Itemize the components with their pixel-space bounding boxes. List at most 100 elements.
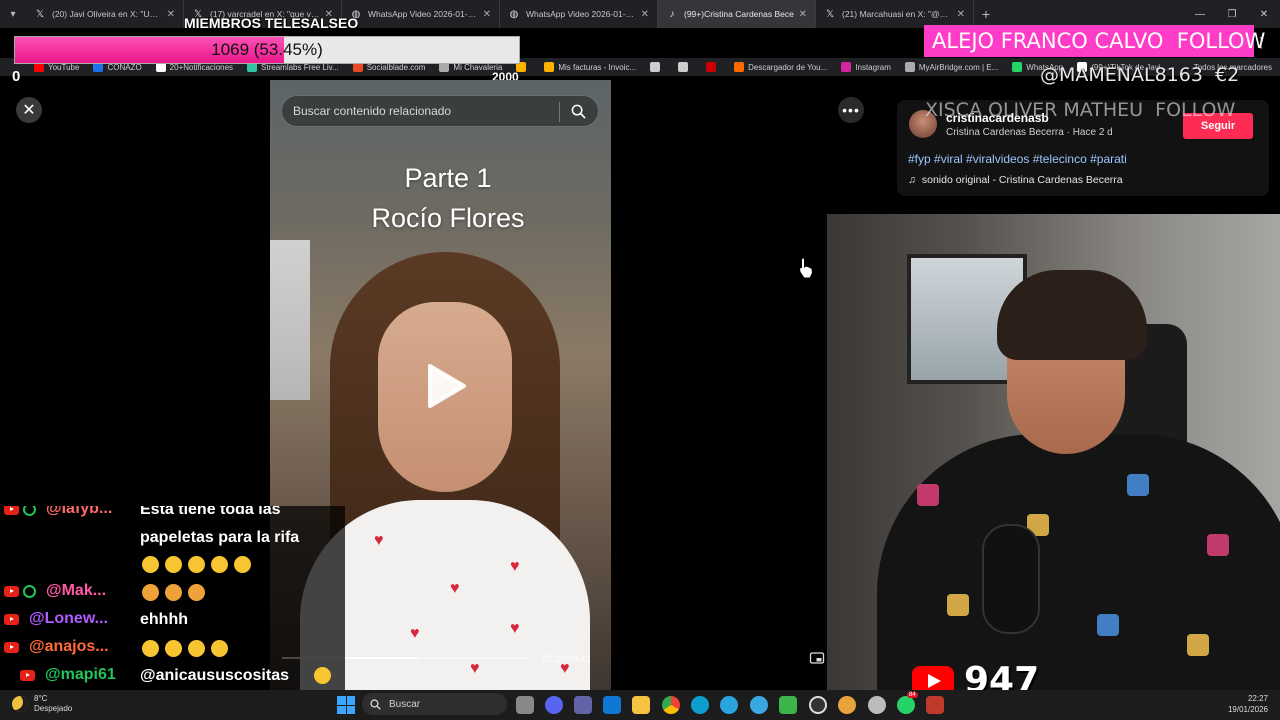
windows-start-icon[interactable] [337, 696, 355, 714]
bookmark-item[interactable]: Mis facturas - Invoic... [544, 62, 636, 72]
video-hashtags[interactable]: #fyp #viral #viralvideos #telecinco #par… [908, 152, 1127, 166]
outlook-icon[interactable] [603, 696, 621, 714]
members-goal-min: 0 [12, 68, 21, 85]
window-controls: — ❐ ✕ [1184, 0, 1280, 28]
author-subtitle: Cristina Cardenas Becerra · Hace 2 d [946, 127, 1113, 138]
globe-icon: ◍ [509, 8, 519, 20]
close-tab-icon[interactable]: ✕ [799, 9, 807, 20]
shirt-heart-icon: ♥ [450, 580, 460, 597]
system-clock[interactable]: 22:27 19/01/2026 [1228, 693, 1268, 715]
chat-username: @mapi61 [45, 666, 116, 683]
bookmark-favicon-icon [706, 62, 717, 72]
steam-icon[interactable] [868, 696, 886, 714]
emoji-icon [142, 640, 159, 658]
tip-alert-text: @MAMENAL8163 €2 [1040, 64, 1240, 86]
task-view-icon[interactable] [516, 696, 534, 714]
close-tab-icon[interactable]: ✕ [167, 9, 175, 20]
bookmark-favicon-icon [678, 62, 689, 72]
snipping-tool-icon[interactable] [926, 696, 944, 714]
emoji-icon [234, 556, 251, 574]
browser-tab[interactable]: ♪ (99+)Cristina Cardenas Bece ✕ [658, 0, 816, 28]
chrome-icon[interactable] [662, 696, 680, 714]
bookmark-favicon-icon [734, 62, 745, 72]
music-note-icon: ♫ [908, 174, 916, 186]
chat-platform-icons [4, 641, 19, 653]
browser-globe-icon[interactable] [750, 696, 768, 714]
chat-message: @lafyb... [4, 506, 112, 518]
browser-tab[interactable]: ◍ WhatsApp Video 2026-01-18 a ✕ [500, 0, 658, 28]
edge-icon[interactable] [691, 696, 709, 714]
related-search-input[interactable]: Buscar contenido relacionado [281, 95, 599, 127]
chat-username: @anajos... [29, 638, 109, 655]
browser-tab[interactable]: ◍ WhatsApp Video 2026-01-18 a ✕ [342, 0, 500, 28]
discord-icon[interactable] [545, 696, 563, 714]
tab-search-button[interactable]: ▾ [0, 0, 26, 28]
taskbar-search[interactable]: Buscar [362, 693, 507, 715]
close-viewer-button[interactable]: ✕ [16, 97, 42, 123]
obs-icon[interactable] [809, 696, 827, 714]
restore-icon[interactable]: ❐ [1216, 0, 1248, 28]
bookmark-favicon-icon [650, 62, 661, 72]
app-icon[interactable] [838, 696, 856, 714]
youtube-icon [4, 506, 19, 515]
minimize-icon[interactable]: — [1184, 0, 1216, 28]
bookmark-item[interactable] [650, 62, 664, 72]
more-options-button[interactable]: ••• [838, 97, 864, 123]
chat-platform-icons [4, 613, 19, 625]
teams-icon[interactable] [574, 696, 592, 714]
bookmark-favicon-icon [544, 62, 555, 72]
close-tab-icon[interactable]: ✕ [957, 9, 965, 20]
weather-widget[interactable]: 8°C Despejado [12, 694, 72, 714]
search-divider [559, 102, 560, 122]
browser-menu-icon[interactable]: ⋮ [1254, 34, 1268, 51]
search-icon [370, 698, 381, 710]
members-goal-title: MIEMBROS TELESALSEO [184, 15, 359, 31]
close-window-icon[interactable]: ✕ [1248, 0, 1280, 28]
new-tab-button[interactable]: + [974, 6, 998, 22]
moon-icon [12, 696, 28, 712]
browser-tab[interactable]: 𝕏 (21) Marcahuasi en X: "@Salom ✕ [816, 0, 974, 28]
video-caption-line1: Parte 1 [404, 163, 492, 193]
webcam-microphone [982, 524, 1040, 634]
bookmark-item[interactable] [706, 62, 720, 72]
chat-platform-icons [4, 506, 36, 516]
bookmark-item[interactable]: Descargador de You... [734, 62, 827, 72]
chat-username: @Lonew... [29, 610, 109, 627]
emoji-icon [188, 640, 205, 658]
close-tab-icon[interactable]: ✕ [641, 9, 649, 20]
tab-title: WhatsApp Video 2026-01-18 a [368, 9, 479, 19]
follow-alert-ghost: XISCA OLIVER MATHEU FOLLOW [925, 99, 1236, 121]
bookmark-label: Instagram [855, 62, 891, 72]
chat-message: @Mak... [4, 582, 106, 600]
emoji-icon [165, 584, 182, 602]
close-tab-icon[interactable]: ✕ [483, 9, 491, 20]
tab-title: (20) Javi Oliveira en X: "Una de [52, 9, 163, 19]
video-caption-line2: Rocío Flores [371, 203, 525, 233]
video-sound-label: sonido original - Cristina Cardenas Bece… [921, 174, 1123, 186]
youtube-icon [20, 669, 35, 681]
telegram-icon[interactable] [720, 696, 738, 714]
shirt-heart-icon: ♥ [510, 558, 520, 575]
browser-tab[interactable]: 𝕏 (20) Javi Oliveira en X: "Una de ✕ [26, 0, 184, 28]
weather-description: Despejado [34, 704, 73, 713]
bookmark-item[interactable]: MyAirBridge.com | E... [904, 62, 998, 72]
shirt-heart-icon: ♥ [410, 625, 420, 642]
bookmark-item[interactable] [678, 62, 692, 72]
search-icon[interactable] [571, 104, 586, 122]
chat-emoji-row [142, 584, 211, 602]
bookmark-item[interactable]: Instagram [841, 62, 891, 72]
chat-message-text: papeletas para la rifa [140, 529, 300, 546]
picture-in-picture-icon[interactable] [809, 650, 825, 666]
clock-time: 22:27 [1247, 694, 1268, 703]
play-icon[interactable] [424, 362, 468, 415]
follow-alert-banner: ALEJO FRANCO CALVO FOLLOW [924, 25, 1265, 57]
whatsapp-icon[interactable] [897, 696, 915, 714]
sweater-pattern [1097, 614, 1119, 636]
bookmark-favicon-icon [904, 62, 915, 72]
member-badge-icon [23, 584, 36, 598]
camtasia-icon[interactable] [779, 696, 797, 714]
streamer-webcam [827, 214, 1280, 690]
mouse-pointer-icon [798, 257, 814, 284]
video-sound[interactable]: ♫ sonido original - Cristina Cardenas Be… [908, 174, 1123, 186]
file-explorer-icon[interactable] [632, 696, 650, 714]
